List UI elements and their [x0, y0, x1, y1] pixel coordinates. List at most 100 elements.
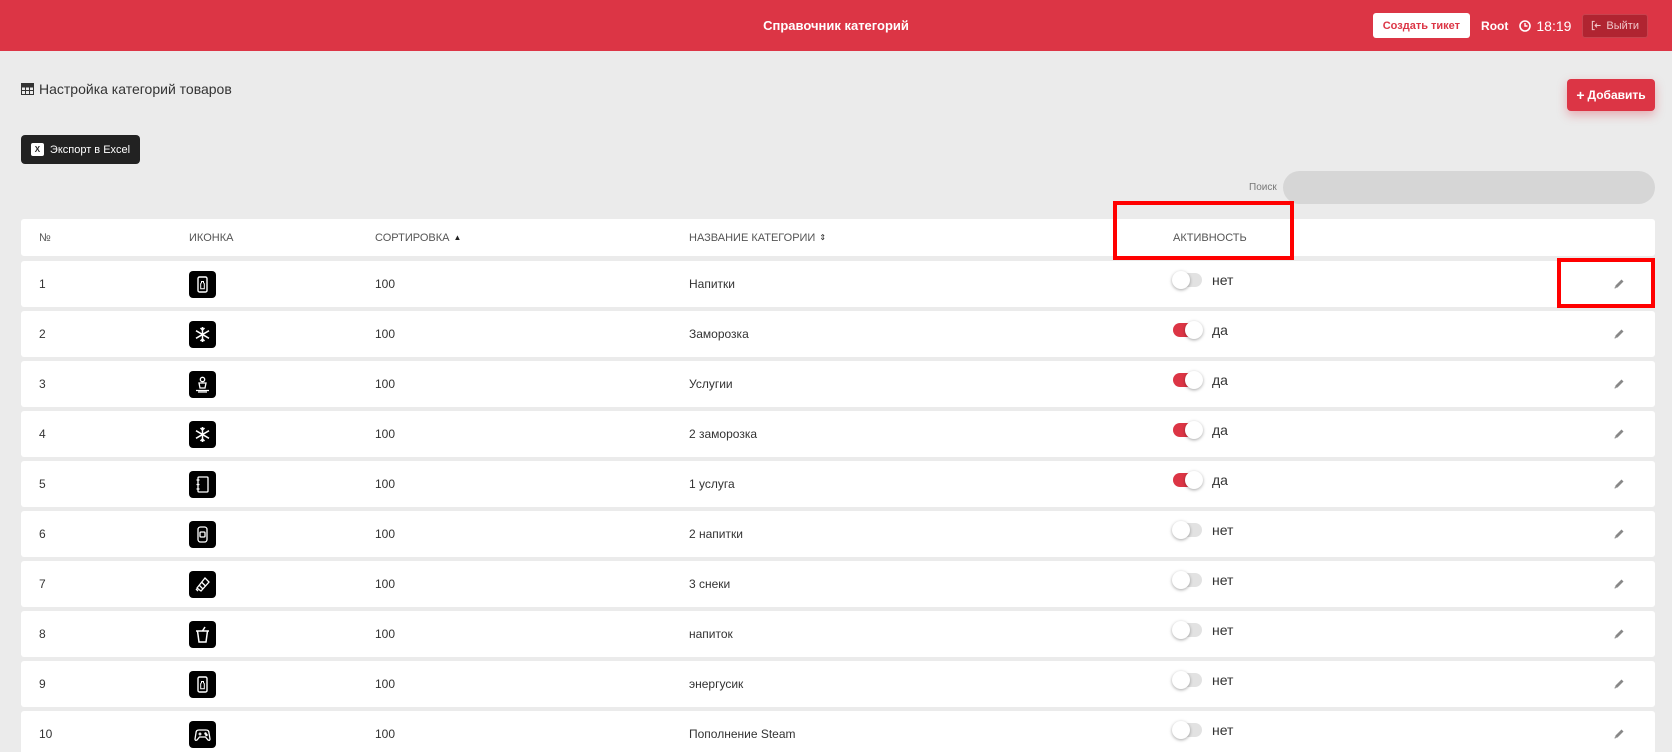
- row-sort: 100: [375, 627, 396, 641]
- row-icon-cell: [189, 561, 216, 607]
- snowflake-icon: [189, 320, 216, 348]
- row-category-name: энергусик: [689, 677, 744, 691]
- row-active: да: [1173, 461, 1228, 507]
- search-label: Поиск: [1249, 182, 1277, 193]
- edit-button[interactable]: [1613, 661, 1625, 707]
- edit-button[interactable]: [1613, 411, 1625, 457]
- table-row: 10 100 Пополнение Steam нет: [21, 711, 1655, 752]
- active-toggle[interactable]: [1172, 671, 1202, 689]
- logout-label: Выйти: [1606, 19, 1639, 32]
- row-number: 4: [39, 427, 46, 441]
- column-header-icon: ИКОНКА: [189, 231, 234, 244]
- sign-out-icon: [1592, 20, 1602, 31]
- pencil-icon: [1614, 729, 1624, 739]
- active-label: нет: [1212, 272, 1234, 288]
- row-sort: 100: [375, 477, 396, 491]
- row-category-name: 2 заморозка: [689, 427, 758, 441]
- column-header-name[interactable]: НАЗВАНИЕ КАТЕГОРИИ ⇕: [689, 219, 826, 256]
- row-active: да: [1173, 361, 1228, 407]
- row-number: 1: [39, 277, 46, 291]
- pencil-icon: [1614, 529, 1624, 539]
- active-toggle[interactable]: [1172, 621, 1202, 639]
- export-excel-button[interactable]: X Экспорт в Excel: [21, 135, 140, 164]
- edit-button[interactable]: [1613, 361, 1625, 407]
- row-number: 3: [39, 377, 46, 391]
- row-icon-cell: [189, 411, 216, 457]
- edit-button[interactable]: [1613, 261, 1625, 307]
- row-icon-cell: [189, 661, 216, 707]
- row-sort: 100: [375, 277, 396, 291]
- row-icon-cell: [189, 461, 216, 507]
- active-toggle[interactable]: [1172, 721, 1202, 739]
- row-sort: 100: [375, 327, 396, 341]
- active-toggle[interactable]: [1173, 321, 1203, 339]
- active-toggle[interactable]: [1172, 271, 1202, 289]
- row-icon-cell: [189, 611, 216, 657]
- toggle-knob: [1172, 671, 1190, 689]
- top-bar-actions: Создать тикет Root 18:19 Выйти: [1372, 13, 1648, 38]
- row-category-name: 2 напитки: [689, 527, 743, 541]
- notebook-icon: [189, 470, 216, 498]
- pencil-icon: [1614, 679, 1624, 689]
- toggle-knob: [1172, 721, 1190, 739]
- clock: 18:19: [1519, 18, 1571, 34]
- active-label: да: [1212, 322, 1228, 338]
- create-ticket-button[interactable]: Создать тикет: [1372, 13, 1471, 38]
- edit-button[interactable]: [1613, 561, 1625, 607]
- table-body: 1 100 Напитки нет 2 100 Заморозка да 3 100 Услугии…: [21, 261, 1655, 752]
- row-active: нет: [1172, 511, 1234, 557]
- table-row: 5 100 1 услуга да: [21, 461, 1655, 507]
- page-title-text: Настройка категорий товаров: [39, 81, 232, 97]
- toggle-knob: [1185, 421, 1203, 439]
- column-header-num: №: [39, 231, 51, 244]
- active-toggle[interactable]: [1173, 371, 1203, 389]
- row-number: 5: [39, 477, 46, 491]
- add-button[interactable]: + Добавить: [1567, 79, 1655, 111]
- table-row: 1 100 Напитки нет: [21, 261, 1655, 307]
- row-icon-cell: [189, 311, 216, 357]
- column-header-sort[interactable]: СОРТИРОВКА ▲: [375, 219, 461, 256]
- active-label: нет: [1212, 572, 1234, 588]
- row-icon-cell: [189, 711, 216, 752]
- row-category-name: напиток: [689, 627, 733, 641]
- search-input[interactable]: [1283, 171, 1655, 204]
- row-category-name: Напитки: [689, 277, 735, 291]
- active-toggle[interactable]: [1172, 521, 1202, 539]
- excel-icon: X: [30, 143, 44, 156]
- edit-button[interactable]: [1613, 611, 1625, 657]
- clock-icon: [1519, 19, 1532, 32]
- table-header: № ИКОНКА СОРТИРОВКА ▲ НАЗВАНИЕ КАТЕГОРИИ…: [21, 219, 1655, 256]
- active-toggle[interactable]: [1173, 471, 1203, 489]
- toggle-knob: [1172, 521, 1190, 539]
- active-label: да: [1212, 472, 1228, 488]
- table-row: 3 100 Услугии да: [21, 361, 1655, 407]
- snack-bar-icon: [189, 570, 216, 598]
- active-label: нет: [1212, 672, 1234, 688]
- edit-button[interactable]: [1613, 711, 1625, 752]
- active-label: да: [1212, 372, 1228, 388]
- top-bar: Справочник категорий Создать тикет Root …: [0, 0, 1672, 51]
- can-icon: [189, 520, 216, 548]
- active-toggle[interactable]: [1172, 571, 1202, 589]
- toggle-knob: [1185, 371, 1203, 389]
- toggle-knob: [1172, 571, 1190, 589]
- export-excel-label: Экспорт в Excel: [49, 143, 131, 156]
- active-label: нет: [1212, 522, 1234, 538]
- row-active: нет: [1172, 561, 1234, 607]
- categories-table: № ИКОНКА СОРТИРОВКА ▲ НАЗВАНИЕ КАТЕГОРИИ…: [21, 219, 1655, 752]
- row-category-name: Услугии: [689, 377, 733, 391]
- table-row: 8 100 напиток нет: [21, 611, 1655, 657]
- row-active: нет: [1172, 661, 1234, 707]
- row-number: 10: [39, 727, 53, 741]
- pencil-icon: [1614, 629, 1624, 639]
- edit-button[interactable]: [1613, 461, 1625, 507]
- row-icon-cell: [189, 261, 216, 307]
- phone-bottle-icon: [189, 270, 216, 298]
- edit-button[interactable]: [1613, 511, 1625, 557]
- table-row: 4 100 2 заморозка да: [21, 411, 1655, 457]
- logout-button[interactable]: Выйти: [1582, 13, 1648, 38]
- active-toggle[interactable]: [1173, 421, 1203, 439]
- edit-button[interactable]: [1613, 311, 1625, 357]
- pencil-icon: [1614, 429, 1624, 439]
- row-category-name: Пополнение Steam: [689, 727, 796, 741]
